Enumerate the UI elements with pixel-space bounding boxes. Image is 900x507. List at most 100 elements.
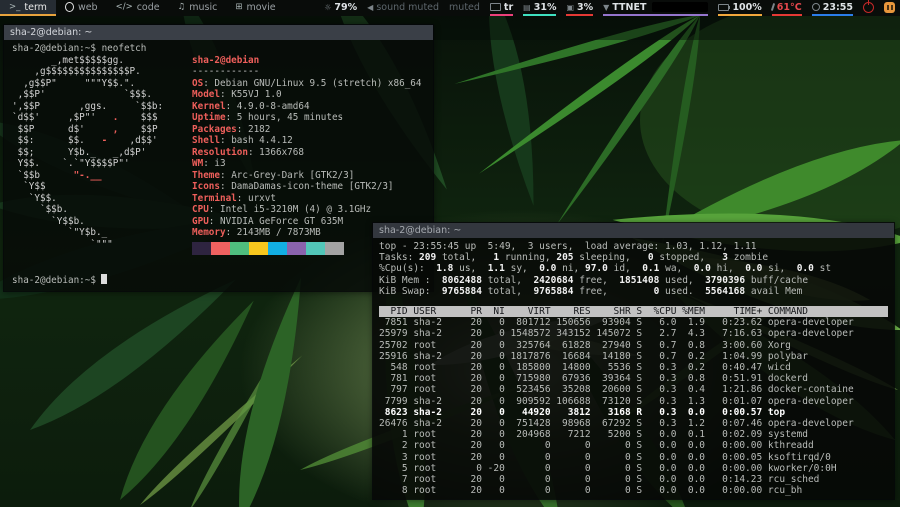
opera-browser-icon [64, 2, 74, 12]
memory-value: 31% [533, 1, 557, 13]
tray-module[interactable] [884, 0, 895, 16]
workspace-term[interactable]: >_ term [0, 0, 56, 16]
process-row: 8623 sha-2 20 0 44920 3812 3168 R 0.3 0.… [379, 406, 786, 418]
neofetch-title-underline: ------------ [192, 66, 260, 77]
process-row: 7 root 20 0 0 0 0 S 0.0 0.0 0:14.23 rcu_… [379, 474, 820, 486]
text-cursor [100, 273, 107, 284]
workspace-label: code [136, 1, 160, 13]
color-swatch [325, 241, 344, 255]
microphone-module: muted [449, 0, 480, 16]
window-titlebar[interactable]: sha-2@debian: ~ [373, 223, 894, 238]
process-row: 781 root 20 0 715980 67936 39364 S 0.3 0… [379, 373, 808, 385]
clock-icon [811, 3, 820, 11]
command-line: sha-2@debian:~$ neofetch [12, 43, 147, 54]
keyboard-layout: tr [503, 1, 514, 13]
keyboard-layout-module: tr [489, 0, 514, 16]
battery-icon [718, 3, 731, 11]
top-summary: top - 23:55:45 up 5:49, 3 users, load av… [379, 241, 832, 297]
network-module: ▼ TTNET [603, 0, 709, 16]
window-title: sha-2@debian: ~ [10, 27, 93, 38]
neofetch-info-line: Theme: Arc-Grey-Dark [GTK2/3] [192, 169, 355, 181]
keyboard-icon [489, 3, 501, 11]
shell-prompt[interactable]: sha-2@debian:~$ [12, 273, 107, 287]
code-icon: </> [115, 2, 133, 12]
brightness-value: 79% [334, 1, 358, 13]
neofetch-info-line: Icons: DamaDamas-icon-theme [GTK2/3] [192, 181, 394, 192]
color-swatch [192, 241, 211, 255]
power-module[interactable] [863, 0, 874, 16]
temperature-module: 61°C [770, 0, 802, 16]
process-row: 797 root 20 0 523456 35208 20600 S 0.3 0… [379, 384, 854, 396]
neofetch-title: sha-2@debian [192, 54, 260, 66]
temperature-value: 61°C [776, 1, 802, 13]
process-row: 26476 sha-2 20 0 751428 98968 67292 S 0.… [379, 418, 854, 430]
process-row: 25979 sha-2 20 0 1548572 343152 145072 S… [379, 328, 854, 340]
neofetch-info-line: WM: i3 [192, 158, 226, 169]
film-icon: ⊞ [235, 2, 243, 12]
workspace-label: music [189, 1, 218, 13]
power-icon [863, 0, 874, 13]
top-table-body: 7851 sha-2 20 0 801712 150656 93904 S 6.… [379, 317, 888, 496]
neofetch-info-line: Kernel: 4.9.0-8-amd64 [192, 100, 310, 112]
color-swatch [268, 241, 287, 255]
process-row: 25916 sha-2 20 0 1817876 16684 14180 S 0… [379, 350, 808, 362]
window-title: sha-2@debian: ~ [379, 225, 462, 236]
clock-module: 23:55 [811, 0, 853, 16]
status-modules: ☼ 79% ◀ sound muted muted tr ▤ 31% ▣ 3% … [324, 0, 900, 16]
neofetch-info-line: Packages: 2182 [192, 123, 271, 135]
battery-value: 100% [732, 1, 762, 13]
volume-module: ◀ sound muted [367, 0, 439, 16]
terminal-content[interactable]: top - 23:55:45 up 5:49, 3 users, load av… [373, 238, 894, 499]
process-row: 25702 root 20 0 325764 61828 27940 S 0.7… [379, 339, 791, 351]
neofetch-info-line: CPU: Intel i5-3210M (4) @ 3.1GHz [192, 204, 372, 215]
terminal-window-neofetch: sha-2@debian: ~ sha-2@debian:~$ neofetch… [3, 24, 434, 292]
neofetch-info-line: Shell: bash 4.4.12 [192, 135, 293, 146]
neofetch-info-line: OS: Debian GNU/Linux 9.5 (stretch) x86_6… [192, 77, 422, 89]
neofetch-info-line: Uptime: 5 hours, 45 minutes [192, 112, 344, 123]
terminal-window-top: sha-2@debian: ~ top - 23:55:45 up 5:49, … [372, 222, 895, 500]
process-row: 1 root 20 0 204968 7212 5200 S 0.0 0.1 0… [379, 429, 808, 441]
workspace-code[interactable]: </> code [107, 0, 169, 16]
neofetch-info-line: Terminal: urxvt [192, 192, 276, 204]
volume-status: sound muted [376, 1, 440, 13]
workspace-label: movie [246, 1, 276, 13]
top-table-header: PID USER PR NI VIRT RES SHR S %CPU %MEM … [379, 306, 888, 318]
network-redacted-box [652, 2, 709, 12]
workspace-label: term [24, 1, 47, 13]
color-swatch [211, 241, 230, 255]
process-row: 548 root 20 0 185800 14800 5536 S 0.3 0.… [379, 362, 791, 374]
microphone-status: muted [449, 1, 480, 13]
terminal-content[interactable]: sha-2@debian:~$ neofetch _,met$$$$$gg. ,… [4, 40, 433, 291]
process-row: 3 root 20 0 0 0 0 S 0.0 0.0 0:00.05 ksof… [379, 451, 831, 463]
workspace-movie[interactable]: ⊞ movie [226, 0, 284, 16]
pause-tray-icon [884, 1, 895, 13]
battery-module: 100% [718, 0, 762, 16]
brightness-icon: ☼ [324, 2, 332, 12]
clock-value: 23:55 [822, 1, 853, 13]
process-row: 7851 sha-2 20 0 801712 150656 93904 S 6.… [379, 317, 854, 329]
neofetch-info-lines: OS: Debian GNU/Linux 9.5 (stretch) x86_6… [192, 78, 422, 239]
window-titlebar[interactable]: sha-2@debian: ~ [4, 25, 433, 40]
polybar: >_ term web </> code ♫ music ⊞ movie ☼ 7… [0, 0, 900, 16]
cpu-icon: ▣ [566, 2, 575, 12]
color-swatch [230, 241, 249, 255]
workspace-label: web [77, 1, 98, 13]
neofetch-info-line: Resolution: 1366x768 [192, 146, 304, 158]
color-swatch [306, 241, 325, 255]
network-ssid: TTNET [612, 1, 647, 13]
thermometer-icon [770, 2, 775, 12]
process-row: 2 root 20 0 0 0 0 S 0.0 0.0 0:00.00 kthr… [379, 440, 814, 452]
workspace-music[interactable]: ♫ music [169, 0, 227, 16]
speaker-muted-icon: ◀ [367, 2, 374, 12]
cpu-value: 3% [577, 1, 594, 13]
music-note-icon: ♫ [177, 2, 186, 12]
neofetch-ascii: _,met$$$$$gg. ,g$$$$$$$$$$$$$$$P. ,g$$P"… [12, 54, 164, 250]
neofetch-info-line: Model: K55VJ 1.0 [192, 89, 282, 100]
workspace-web[interactable]: web [56, 0, 107, 16]
brightness-module: ☼ 79% [324, 0, 357, 16]
terminal-icon: >_ [9, 2, 21, 12]
process-row: 5 root 0 -20 0 0 0 S 0.0 0.0 0:00.00 kwo… [379, 462, 837, 474]
workspace-list: >_ term web </> code ♫ music ⊞ movie [0, 0, 285, 16]
process-row: 8 root 20 0 0 0 0 S 0.0 0.0 0:00.00 rcu_… [379, 485, 803, 497]
memory-icon: ▤ [523, 2, 531, 12]
